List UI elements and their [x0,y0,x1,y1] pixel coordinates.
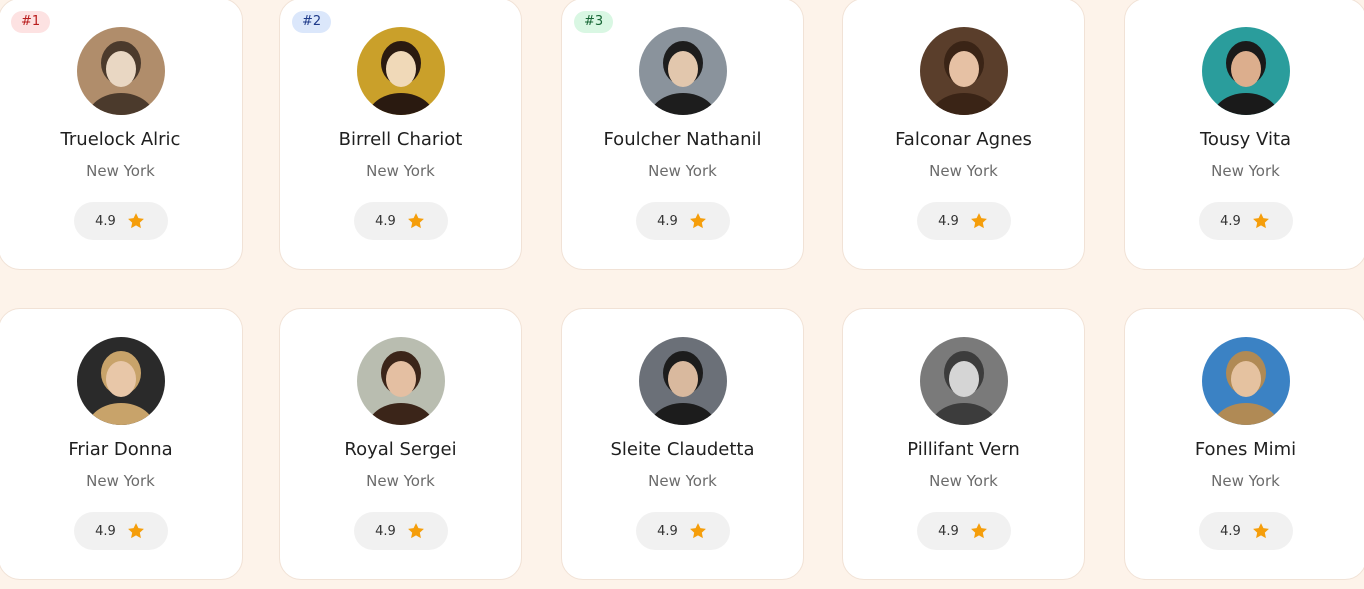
rating-value: 4.9 [95,523,116,539]
rating-value: 4.9 [95,213,116,229]
avatar[interactable] [919,337,1008,425]
player-name[interactable]: Sleite Claudetta [562,439,803,460]
rating-pill: 4.9 [1198,202,1293,240]
player-name[interactable]: Friar Donna [0,439,242,460]
star-icon [407,523,424,539]
player-city: New York [1211,162,1280,180]
rating-pill: 4.9 [1198,512,1293,550]
player-name[interactable]: Royal Sergei [280,439,521,460]
profile-card[interactable]: Tousy Vita New York 4.9 [1124,0,1364,270]
player-name[interactable]: Tousy Vita [1125,129,1364,150]
rating-value: 4.9 [1220,523,1241,539]
star-icon [127,523,144,539]
player-city: New York [86,472,155,490]
star-icon [127,213,144,229]
rating-pill: 4.9 [916,512,1011,550]
rank-badge: #2 [292,11,332,33]
avatar[interactable] [919,27,1008,115]
star-icon [970,523,987,539]
rank-badge: #1 [11,11,51,33]
star-icon [970,213,987,229]
star-icon [1252,523,1269,539]
player-city: New York [929,472,998,490]
rating-value: 4.9 [938,213,959,229]
rating-value: 4.9 [375,213,396,229]
rating-pill: 4.9 [635,512,730,550]
profile-card[interactable]: Royal Sergei New York 4.9 [279,308,522,580]
player-city: New York [366,162,435,180]
player-name[interactable]: Truelock Alric [0,129,242,150]
player-name[interactable]: Fones Mimi [1125,439,1364,460]
avatar[interactable] [76,337,165,425]
profile-card[interactable]: #2 Birrell Chariot New York 4.9 [279,0,522,270]
avatar[interactable] [1201,27,1290,115]
rating-value: 4.9 [1220,213,1241,229]
rank-badge: #3 [574,11,614,33]
player-city: New York [648,162,717,180]
player-name[interactable]: Falconar Agnes [843,129,1084,150]
rating-pill: 4.9 [73,202,168,240]
rating-pill: 4.9 [916,202,1011,240]
avatar[interactable] [356,337,445,425]
profile-card[interactable]: Sleite Claudetta New York 4.9 [561,308,804,580]
player-city: New York [1211,472,1280,490]
avatar[interactable] [638,337,727,425]
profile-card[interactable]: Friar Donna New York 4.9 [0,308,243,580]
avatar[interactable] [76,27,165,115]
player-city: New York [648,472,717,490]
rating-value: 4.9 [938,523,959,539]
star-icon [407,213,424,229]
profile-card[interactable]: Pillifant Vern New York 4.9 [842,308,1085,580]
player-city: New York [366,472,435,490]
rating-pill: 4.9 [353,512,448,550]
rating-value: 4.9 [657,213,678,229]
rating-pill: 4.9 [353,202,448,240]
avatar[interactable] [1201,337,1290,425]
rating-pill: 4.9 [635,202,730,240]
star-icon [689,213,706,229]
player-name[interactable]: Foulcher Nathanil [562,129,803,150]
avatar[interactable] [638,27,727,115]
profile-card[interactable]: Fones Mimi New York 4.9 [1124,308,1364,580]
player-city: New York [929,162,998,180]
profile-card[interactable]: #3 Foulcher Nathanil New York 4.9 [561,0,804,270]
rating-pill: 4.9 [73,512,168,550]
profile-card[interactable]: #1 Truelock Alric New York 4.9 [0,0,243,270]
player-name[interactable]: Pillifant Vern [843,439,1084,460]
profile-card[interactable]: Falconar Agnes New York 4.9 [842,0,1085,270]
player-name[interactable]: Birrell Chariot [280,129,521,150]
rating-value: 4.9 [375,523,396,539]
star-icon [1252,213,1269,229]
player-city: New York [86,162,155,180]
avatar[interactable] [356,27,445,115]
star-icon [689,523,706,539]
rating-value: 4.9 [657,523,678,539]
